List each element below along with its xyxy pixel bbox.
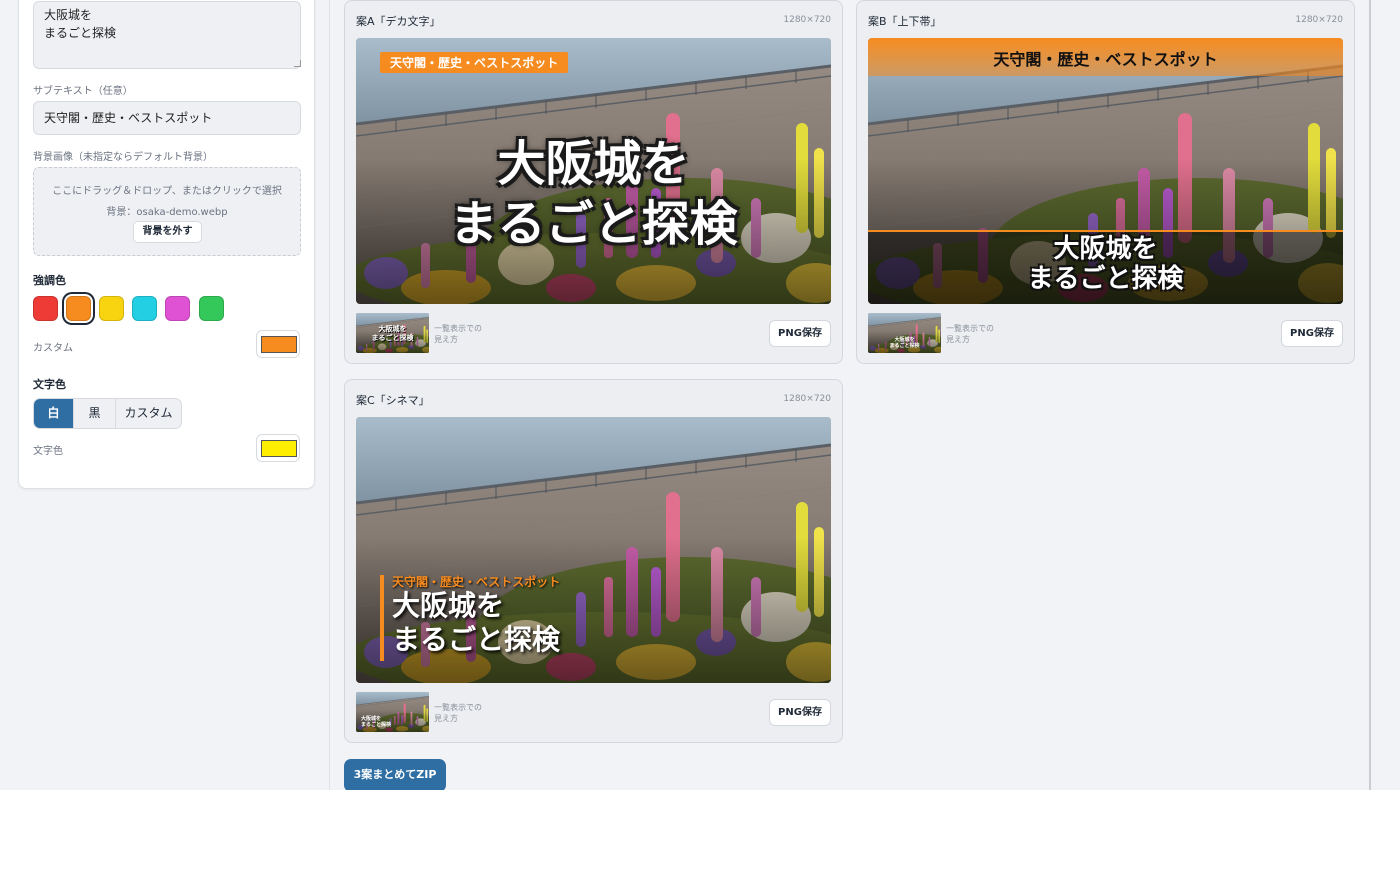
text-color-segment: 白 黒 カスタム [33, 398, 182, 429]
accent-bar [380, 575, 384, 661]
swatch-cyan[interactable] [132, 296, 157, 321]
text-color-picker[interactable] [256, 434, 300, 462]
card-design-b: 案B「上下帯」 1280×720 天守閣・歴史・ベストスポット 大阪城を まるご… [856, 0, 1355, 364]
thumbnail-caption: 一覧表示での 見え方 [434, 324, 482, 344]
card-size: 1280×720 [783, 15, 831, 25]
card-design-a: 案A「デカ文字」 1280×720 天守閣・歴史・ベストスポット 大阪城を まる… [344, 0, 843, 364]
swatch-orange[interactable] [66, 296, 91, 321]
overlay-subtext: 天守閣・歴史・ベストスポット [993, 50, 1218, 69]
card-title: 案A「デカ文字」 [356, 15, 441, 28]
bg-image-label: 背景画像（未指定ならデフォルト背景） [33, 152, 213, 163]
text-color-white[interactable]: 白 [34, 399, 74, 428]
overlay-title: 大阪城を まるごと探検 [1027, 234, 1184, 294]
swatch-yellow[interactable] [99, 296, 124, 321]
custom-accent-fill [261, 336, 297, 353]
settings-sidebar: 大阪城を まるごと探検 サブテキスト（任意） 天守閣・歴史・ベストスポット 背景… [0, 0, 330, 790]
text-color-custom-label: 文字色 [33, 446, 63, 457]
custom-accent-label: カスタム [33, 343, 73, 354]
thumbnail: 大阪城を まるごと探検 [356, 313, 429, 353]
thumbnail-title: 大阪城を まるごと探検 [371, 325, 414, 342]
overlay-subtext: 天守閣・歴史・ベストスポット [392, 575, 561, 589]
card-size: 1280×720 [783, 394, 831, 404]
text-color-fill [261, 440, 297, 457]
preview-image: 天守閣・歴史・ベストスポット 大阪城を まるごと探検 [356, 38, 831, 304]
title-textarea[interactable]: 大阪城を まるごと探検 [33, 1, 301, 69]
thumbnail-caption: 一覧表示での 見え方 [946, 324, 994, 344]
bg-dropzone[interactable]: ここにドラッグ＆ドロップ、またはクリックで選択 背景：osaka-demo.we… [33, 167, 301, 256]
swatch-magenta[interactable] [165, 296, 190, 321]
accent-color-label: 強調色 [33, 274, 66, 287]
thumbnail: 大阪城を まるごと探検 [868, 313, 941, 353]
thumbnail: 大阪城を まるごと探検 [356, 692, 429, 732]
overlay-subtext: 天守閣・歴史・ベストスポット [380, 52, 569, 73]
remove-bg-button[interactable]: 背景を外す [133, 221, 202, 243]
subtext-label: サブテキスト（任意） [33, 86, 133, 97]
dropzone-hint: ここにドラッグ＆ドロップ、またはクリックで選択 [52, 186, 282, 197]
settings-panel: 大阪城を まるごと探検 サブテキスト（任意） 天守閣・歴史・ベストスポット 背景… [18, 0, 315, 489]
overlay-title: 大阪城を まるごと探検 [392, 589, 561, 656]
resize-handle-icon[interactable] [294, 60, 301, 67]
card-design-c: 案C「シネマ」 1280×720 天守閣・歴史・ベストスポット 大阪城を まるご… [344, 379, 843, 743]
text-color-label: 文字色 [33, 378, 66, 391]
card-size: 1280×720 [1295, 15, 1343, 25]
png-save-button[interactable]: PNG保存 [769, 320, 831, 347]
text-color-black[interactable]: 黒 [74, 399, 116, 428]
zip-download-button[interactable]: 3案まとめてZIP [344, 759, 446, 790]
preview-image: 天守閣・歴史・ベストスポット 大阪城を まるごと探検 [356, 417, 831, 683]
preview-image: 天守閣・歴史・ベストスポット 大阪城を まるごと探検 [868, 38, 1343, 304]
custom-accent-picker[interactable] [256, 330, 300, 358]
text-color-custom[interactable]: カスタム [116, 399, 181, 428]
png-save-button[interactable]: PNG保存 [1281, 320, 1343, 347]
app-root: 大阪城を まるごと探検 サブテキスト（任意） 天守閣・歴史・ベストスポット 背景… [0, 0, 1400, 790]
overlay-title: 大阪城を まるごと探検 [449, 136, 738, 252]
png-save-button[interactable]: PNG保存 [769, 699, 831, 726]
thumbnail-title: 大阪城を まるごと探検 [889, 337, 920, 349]
thumbnail-caption: 一覧表示での 見え方 [434, 703, 482, 723]
swatch-red[interactable] [33, 296, 58, 321]
swatch-green[interactable] [199, 296, 224, 321]
bg-filename: 背景：osaka-demo.webp [106, 207, 228, 218]
card-title: 案B「上下帯」 [868, 15, 942, 28]
vertical-scrollbar[interactable] [1369, 0, 1371, 790]
card-title: 案C「シネマ」 [356, 394, 430, 407]
subtext-input[interactable]: 天守閣・歴史・ベストスポット [33, 101, 301, 135]
thumbnail-title: 大阪城を まるごと探検 [361, 716, 392, 728]
